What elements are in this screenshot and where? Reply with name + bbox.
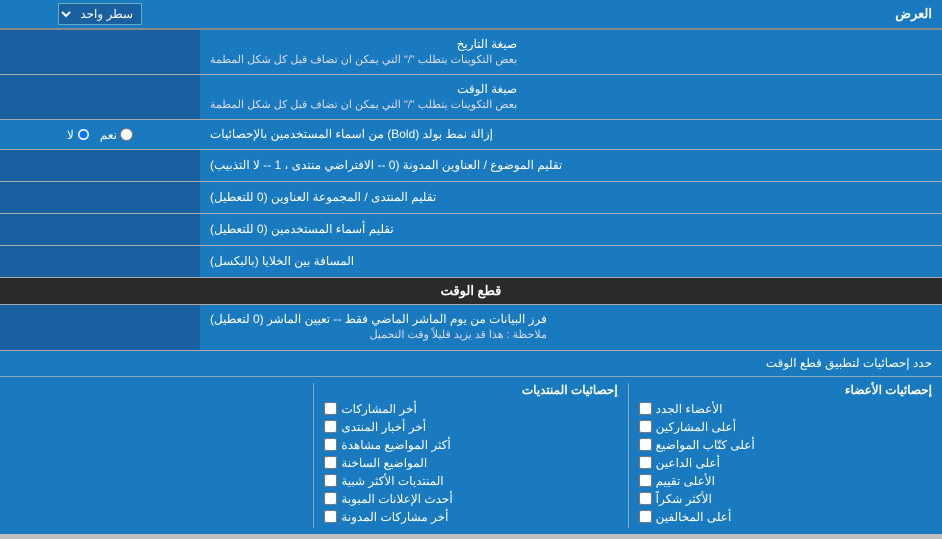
cb-item: أعلى المشاركين xyxy=(639,420,932,434)
bold-no-radio[interactable] xyxy=(77,128,90,141)
cb-item: أكثر المواضيع مشاهدة xyxy=(324,438,617,452)
cell-distance-input[interactable]: 2 xyxy=(8,251,192,272)
cb-posts-news[interactable] xyxy=(324,420,337,433)
cb-members-topics[interactable] xyxy=(639,438,652,451)
cb-classifieds-new[interactable] xyxy=(324,492,337,505)
bottom-section: حدد إحصائيات لتطبيق قطع الوقت إحصائيات ا… xyxy=(0,351,942,534)
cb-forums-popular[interactable] xyxy=(324,474,337,487)
title-trim-label: تقليم الموضوع / العناوين المدونة (0 -- ا… xyxy=(200,150,942,181)
forums-stats-col: إحصائيات المنتديات أخر المشاركات أخر أخب… xyxy=(314,381,627,530)
time-format-input-wrapper: H:i xyxy=(0,75,200,119)
title-trim-input-wrapper: 33 xyxy=(0,150,200,181)
cb-item: أعلى كتّاب المواضيع xyxy=(639,438,932,452)
bold-yes-radio[interactable] xyxy=(120,128,133,141)
bold-remove-no-label[interactable]: لا xyxy=(67,128,90,142)
time-cut-label: فرز البيانات من يوم الماشر الماضي فقط --… xyxy=(200,305,942,349)
members-col-title: إحصائيات الأعضاء xyxy=(639,383,932,397)
forum-trim-input-wrapper: 33 xyxy=(0,182,200,213)
cell-distance-input-wrapper: 2 xyxy=(0,246,200,277)
bold-remove-yes-label[interactable]: نعم xyxy=(100,128,133,142)
cb-posts-viewed[interactable] xyxy=(324,438,337,451)
cb-members-rated[interactable] xyxy=(639,474,652,487)
user-trim-input-wrapper: 0 xyxy=(0,214,200,245)
stats-apply-row: حدد إحصائيات لتطبيق قطع الوقت xyxy=(0,351,942,377)
display-select[interactable]: سطر واحد سطران ثلاثة أسطر xyxy=(58,3,142,25)
bold-remove-label: إزالة نمط بولد (Bold) من اسماء المستخدمي… xyxy=(200,120,942,149)
time-format-label: صيغة الوقت بعض التكوينات يتطلب "/" التي … xyxy=(200,75,942,119)
cb-item: أحدث الإعلانات المبوبة xyxy=(324,492,617,506)
date-format-label: صيغة التاريخ بعض التكوينات يتطلب "/" الت… xyxy=(200,30,942,74)
cb-item: الأعلى تقييم xyxy=(639,474,932,488)
bold-remove-row: إزالة نمط بولد (Bold) من اسماء المستخدمي… xyxy=(0,120,942,150)
cb-item: المنتديات الأكثر شبية xyxy=(324,474,617,488)
time-section-header: قطع الوقت xyxy=(0,278,942,305)
header-label: العرض xyxy=(200,1,942,27)
date-format-input[interactable]: d-m xyxy=(8,42,192,63)
title-trim-input[interactable]: 33 xyxy=(8,155,192,176)
cb-blog-posts[interactable] xyxy=(324,510,337,523)
time-cut-input[interactable]: 0 xyxy=(8,317,192,338)
title-trim-row: تقليم الموضوع / العناوين المدونة (0 -- ا… xyxy=(0,150,942,182)
label-col xyxy=(0,381,313,530)
cell-distance-label: المسافة بين الخلايا (بالبكسل) xyxy=(200,246,942,277)
header-select-wrapper: سطر واحد سطران ثلاثة أسطر xyxy=(0,0,200,28)
user-trim-row: تقليم أسماء المستخدمين (0 للتعطيل) 0 xyxy=(0,214,942,246)
members-stats-col: إحصائيات الأعضاء الأعضاء الجدد أعلى المش… xyxy=(629,381,942,530)
cb-members-posts[interactable] xyxy=(639,420,652,433)
time-cut-row: فرز البيانات من يوم الماشر الماضي فقط --… xyxy=(0,305,942,350)
stats-apply-label: حدد إحصائيات لتطبيق قطع الوقت xyxy=(0,352,942,374)
cb-item: أعلى المخالفين xyxy=(639,510,932,524)
header-row: العرض سطر واحد سطران ثلاثة أسطر xyxy=(0,0,942,30)
user-trim-label: تقليم أسماء المستخدمين (0 للتعطيل) xyxy=(200,214,942,245)
date-format-row: صيغة التاريخ بعض التكوينات يتطلب "/" الت… xyxy=(0,30,942,75)
main-container: العرض سطر واحد سطران ثلاثة أسطر صيغة الت… xyxy=(0,0,942,534)
cb-item: الأعضاء الجدد xyxy=(639,402,932,416)
date-format-input-wrapper: d-m xyxy=(0,30,200,74)
cb-posts-last[interactable] xyxy=(324,402,337,415)
cb-members-new[interactable] xyxy=(639,402,652,415)
user-trim-input[interactable]: 0 xyxy=(8,219,192,240)
cb-item: أخر المشاركات xyxy=(324,402,617,416)
cb-posts-hot[interactable] xyxy=(324,456,337,469)
cb-item: أخر مشاركات المدونة xyxy=(324,510,617,524)
bold-remove-radio-group: نعم لا xyxy=(0,124,200,146)
cb-members-thanks[interactable] xyxy=(639,492,652,505)
cb-members-violations[interactable] xyxy=(639,510,652,523)
forum-trim-row: تقليم المنتدى / المجموعة العناوين (0 للت… xyxy=(0,182,942,214)
col-divider-1 xyxy=(628,383,629,528)
cb-members-invite[interactable] xyxy=(639,456,652,469)
forum-trim-label: تقليم المنتدى / المجموعة العناوين (0 للت… xyxy=(200,182,942,213)
time-cut-input-wrapper: 0 xyxy=(0,305,200,349)
col-divider-2 xyxy=(313,383,314,528)
cb-item: أعلى الداعين xyxy=(639,456,932,470)
time-format-row: صيغة الوقت بعض التكوينات يتطلب "/" التي … xyxy=(0,75,942,120)
checkboxes-grid: إحصائيات الأعضاء الأعضاء الجدد أعلى المش… xyxy=(0,377,942,534)
cb-item: المواضيع الساخنة xyxy=(324,456,617,470)
cb-item: الأكثر شكراً xyxy=(639,492,932,506)
forum-trim-input[interactable]: 33 xyxy=(8,187,192,208)
forums-col-title: إحصائيات المنتديات xyxy=(324,383,617,397)
cell-distance-row: المسافة بين الخلايا (بالبكسل) 2 xyxy=(0,246,942,278)
time-format-input[interactable]: H:i xyxy=(8,87,192,108)
cb-item: أخر أخبار المنتدى xyxy=(324,420,617,434)
